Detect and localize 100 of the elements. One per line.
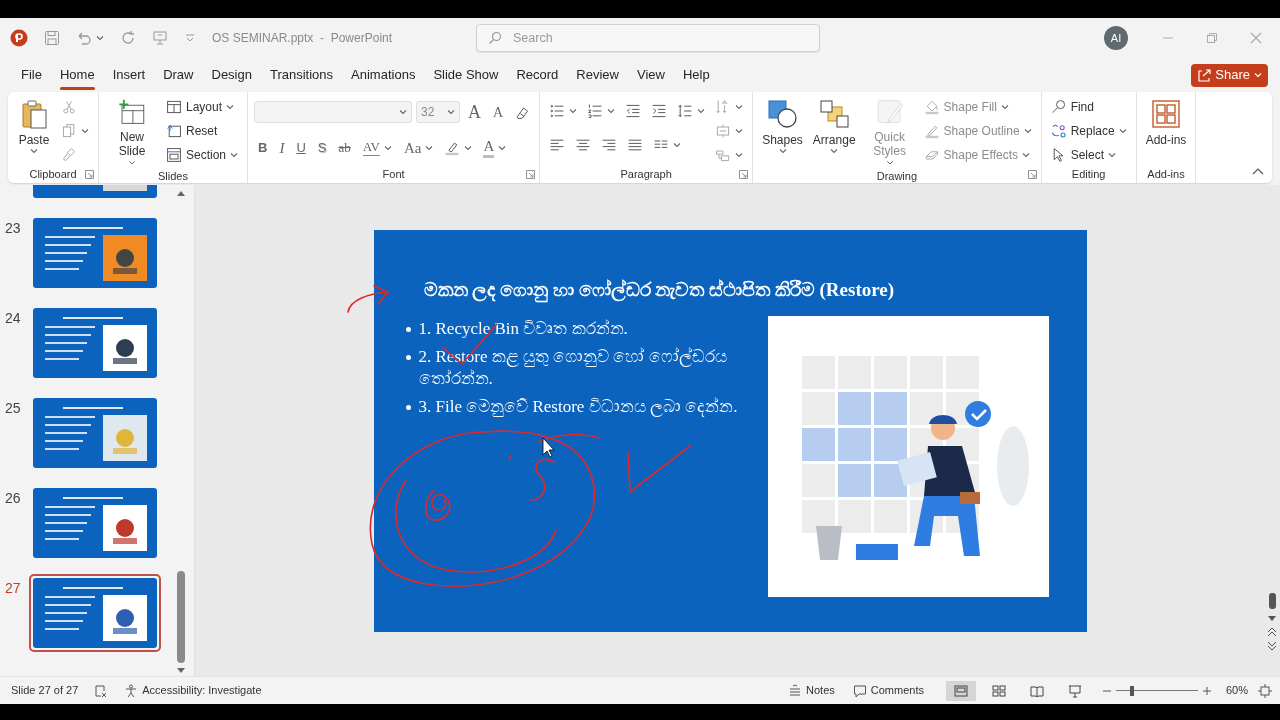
arrange-icon <box>818 98 851 130</box>
group-label: Add-ins <box>1147 168 1185 181</box>
ribbon-tab[interactable]: Animations <box>342 61 425 89</box>
ribbon-tab[interactable]: Home <box>50 61 104 89</box>
share-icon <box>1197 68 1212 82</box>
ribbon-tab[interactable]: Slide Show <box>424 61 508 89</box>
search-field[interactable]: Search <box>476 24 820 52</box>
caret-icon <box>885 158 894 166</box>
notes-button[interactable]: Notes <box>784 679 839 702</box>
ribbon-tab[interactable]: File <box>12 61 51 89</box>
ribbon-button[interactable]: Paste <box>14 96 54 167</box>
ink-checkmark <box>626 444 691 494</box>
caret-icon <box>226 103 235 111</box>
book-icon <box>1028 683 1045 698</box>
bullet-list-icon <box>549 103 566 119</box>
ribbon-tab[interactable]: Record <box>507 61 568 89</box>
ribbon-button[interactable]: Add-ins <box>1142 96 1190 167</box>
underline-button[interactable]: U <box>292 136 310 160</box>
zoom-level[interactable]: 60% <box>1221 679 1252 702</box>
shadow-button[interactable]: S <box>313 136 331 160</box>
fit-to-window-icon <box>1258 683 1272 698</box>
pencil-icon <box>923 123 940 139</box>
caret-icon <box>735 151 744 159</box>
ribbon-button[interactable]: Section <box>163 144 242 166</box>
caret-icon <box>498 144 507 152</box>
customize-icon <box>184 32 196 44</box>
ribbon-tab[interactable]: Transitions <box>260 61 343 89</box>
scissors-icon <box>61 99 77 115</box>
ribbon-button[interactable]: Arrange <box>809 96 859 168</box>
ribbon-tab[interactable]: Design <box>202 61 261 89</box>
slide-number: 24 <box>5 310 21 326</box>
accessibility-button[interactable]: Accessibility: Investigate <box>120 679 266 702</box>
highlighter-icon <box>444 140 461 156</box>
comments-button[interactable]: Comments <box>848 679 928 702</box>
caret-icon <box>607 107 616 115</box>
account-avatar[interactable]: AI <box>1104 26 1128 50</box>
save-icon <box>44 30 60 46</box>
shrink-font-button[interactable]: A <box>489 100 508 124</box>
numbered-list-icon <box>587 103 604 119</box>
ribbon-button[interactable]: New Slide <box>105 96 159 168</box>
caret-icon <box>399 108 408 116</box>
strikethrough-button[interactable]: ab <box>334 136 355 160</box>
view-button[interactable] <box>945 680 976 701</box>
italic-button[interactable]: I <box>275 136 289 160</box>
scrollbar-thumb[interactable] <box>1269 593 1276 609</box>
bullet-text: 1. Recycle Bin විවෘත කරන්න. <box>418 318 628 340</box>
caret-icon <box>697 107 706 115</box>
ribbon-button[interactable]: Layout <box>163 96 242 118</box>
slide-number: 26 <box>5 490 21 506</box>
presenter-icon <box>152 30 168 46</box>
paintbrush-icon <box>61 147 77 163</box>
caret-icon <box>447 108 456 116</box>
scroll-down-icon <box>1267 615 1277 623</box>
caret-icon <box>425 144 434 152</box>
redo-icon <box>120 30 136 46</box>
caret-icon <box>383 144 392 152</box>
caret-icon <box>230 151 239 159</box>
ribbon-tab[interactable]: Draw <box>154 61 203 89</box>
zoom-slider-thumb[interactable] <box>1130 685 1135 696</box>
ribbon-tab[interactable]: Insert <box>103 61 155 89</box>
ribbon-tab[interactable]: Help <box>673 61 719 89</box>
character-spacing-button[interactable]: AV <box>358 136 396 160</box>
scroll-up-icon <box>176 189 186 197</box>
slide-number: 27 <box>5 580 21 596</box>
bold-button[interactable]: B <box>254 136 272 160</box>
group-label: Paragraph <box>620 168 672 181</box>
ribbon-button[interactable]: Replace <box>1047 120 1130 142</box>
caret-icon <box>569 107 578 115</box>
caret-icon <box>778 147 787 156</box>
change-case-button[interactable]: Aa <box>399 136 438 160</box>
grow-font-button[interactable]: A <box>464 100 486 124</box>
caret-icon <box>81 127 89 135</box>
ribbon-tab[interactable]: View <box>628 61 674 89</box>
close-icon <box>1250 32 1262 44</box>
align-text-icon <box>715 123 732 139</box>
slide-thumbnail[interactable] <box>29 574 161 652</box>
caret-icon <box>1022 151 1031 159</box>
zoom-in-icon <box>1201 685 1212 696</box>
scrollbar-thumb[interactable] <box>177 571 185 663</box>
bullet-icon <box>405 405 411 411</box>
caret-icon <box>1023 127 1032 135</box>
ribbon-tab[interactable]: Review <box>567 61 628 89</box>
diagram-icon <box>715 147 732 163</box>
caret-icon <box>735 103 744 111</box>
caret-icon <box>96 34 104 42</box>
ribbon-button[interactable]: Find <box>1047 96 1130 118</box>
slide-counter: Slide 27 of 27 <box>11 683 79 699</box>
dialog-launcher-icon <box>739 170 749 179</box>
dialog-launcher-icon <box>85 170 94 179</box>
share-button[interactable]: Share <box>1191 63 1268 87</box>
next-slide-icon <box>1267 641 1277 651</box>
ribbon-button[interactable]: Shapes <box>759 96 806 168</box>
ribbon-button[interactable]: Select <box>1047 144 1130 166</box>
ribbon-button[interactable]: Reset <box>163 120 242 142</box>
caret-icon <box>464 144 473 152</box>
caret-icon <box>1108 151 1116 159</box>
spell-check-icon <box>94 683 109 698</box>
font-color-button[interactable]: A <box>479 136 511 160</box>
caret-icon <box>1118 127 1127 135</box>
group-label: Editing <box>1071 168 1106 181</box>
